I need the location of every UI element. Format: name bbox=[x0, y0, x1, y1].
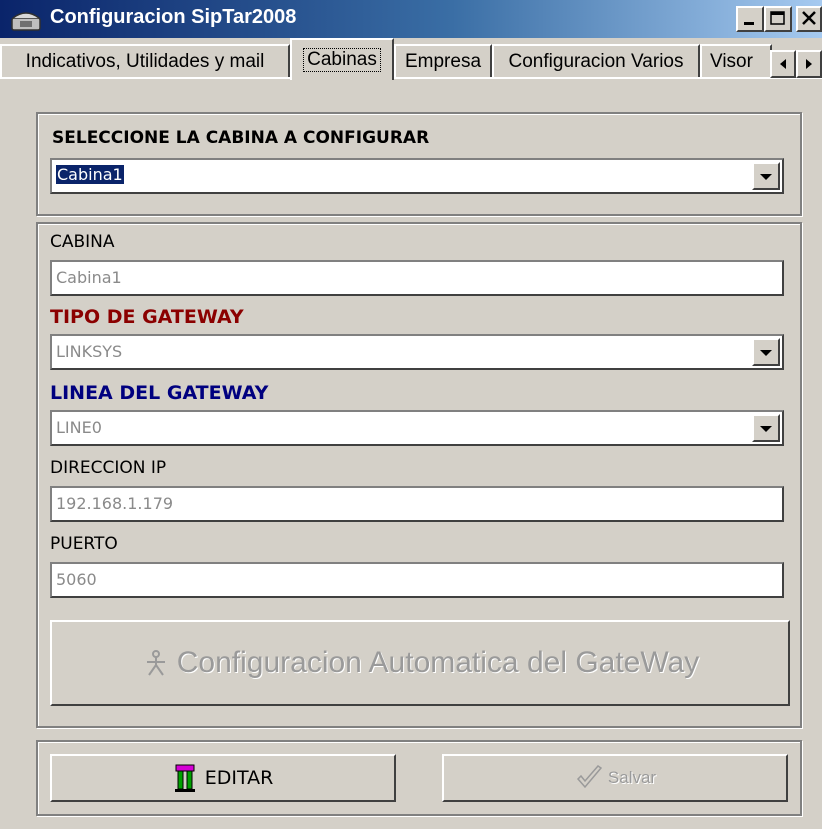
tab-label: Visor bbox=[710, 51, 753, 72]
save-label: Salvar bbox=[607, 768, 657, 787]
arrow-right-icon bbox=[806, 59, 812, 69]
auto-config-label: Configuracion Automatica del GateWay bbox=[176, 646, 700, 679]
ip-label: DIRECCION IP bbox=[50, 458, 167, 478]
edit-icon bbox=[174, 764, 195, 792]
telephone-icon bbox=[11, 12, 41, 31]
chevron-down-icon bbox=[760, 174, 772, 180]
tab-scroll-left-button[interactable] bbox=[770, 50, 796, 78]
cabina-label: CABINA bbox=[50, 232, 115, 252]
tab-visor[interactable]: Visor bbox=[700, 44, 772, 78]
wizard-icon bbox=[146, 650, 165, 676]
edit-button[interactable]: EDITAR bbox=[50, 754, 396, 802]
tab-cabinas[interactable]: Cabinas bbox=[290, 38, 394, 80]
close-icon bbox=[802, 11, 816, 25]
tab-label: Empresa bbox=[404, 51, 482, 72]
tab-empresa[interactable]: Empresa bbox=[394, 44, 492, 78]
tab-strip: Indicativos, Utilidades y mail Cabinas E… bbox=[0, 38, 822, 80]
linea-gateway-label: LINEA DEL GATEWAY bbox=[50, 382, 269, 404]
tab-indicativos[interactable]: Indicativos, Utilidades y mail bbox=[0, 44, 290, 78]
tab-label: Indicativos, Utilidades y mail bbox=[25, 51, 265, 72]
chevron-down-icon bbox=[760, 350, 772, 356]
linea-gateway-select[interactable]: LINE0 bbox=[50, 410, 784, 446]
cabina-select-dropdown-button[interactable] bbox=[752, 162, 780, 190]
ip-field[interactable]: 192.168.1.179 bbox=[50, 486, 784, 522]
tipo-gateway-dropdown-button[interactable] bbox=[752, 338, 780, 366]
auto-config-gateway-button[interactable]: Configuracion Automatica del GateWay bbox=[50, 620, 790, 706]
tab-configuracion-varios[interactable]: Configuracion Varios bbox=[492, 44, 700, 78]
cabina-select-value: Cabina1 bbox=[56, 165, 124, 184]
tab-divider bbox=[0, 77, 822, 79]
puerto-label: PUERTO bbox=[50, 534, 118, 554]
config-window: Configuracion SipTar2008 Indicativos, Ut… bbox=[0, 0, 822, 829]
title-bar[interactable]: Configuracion SipTar2008 bbox=[0, 0, 822, 38]
window-title: Configuracion SipTar2008 bbox=[50, 6, 297, 28]
tab-label: Cabinas bbox=[303, 48, 381, 72]
tab-scroll-right-button[interactable] bbox=[796, 50, 822, 78]
maximize-icon bbox=[770, 11, 785, 25]
arrow-left-icon bbox=[780, 59, 786, 69]
puerto-field[interactable]: 5060 bbox=[50, 562, 784, 598]
selector-label: SELECCIONE LA CABINA A CONFIGURAR bbox=[52, 128, 430, 148]
close-button[interactable] bbox=[796, 6, 822, 32]
minimize-icon bbox=[744, 22, 754, 25]
tipo-gateway-label: TIPO DE GATEWAY bbox=[50, 306, 244, 328]
checkmark-icon bbox=[576, 765, 603, 789]
minimize-button[interactable] bbox=[736, 6, 764, 32]
maximize-button[interactable] bbox=[764, 6, 792, 32]
cabina-field[interactable]: Cabina1 bbox=[50, 260, 784, 296]
save-button[interactable]: Salvar bbox=[442, 754, 788, 802]
chevron-down-icon bbox=[760, 426, 772, 432]
edit-label: EDITAR bbox=[204, 767, 274, 789]
tab-label: Configuracion Varios bbox=[508, 51, 684, 72]
cabina-select[interactable]: Cabina1 bbox=[50, 158, 784, 194]
tipo-gateway-select[interactable]: LINKSYS bbox=[50, 334, 784, 370]
linea-gateway-dropdown-button[interactable] bbox=[752, 414, 780, 442]
